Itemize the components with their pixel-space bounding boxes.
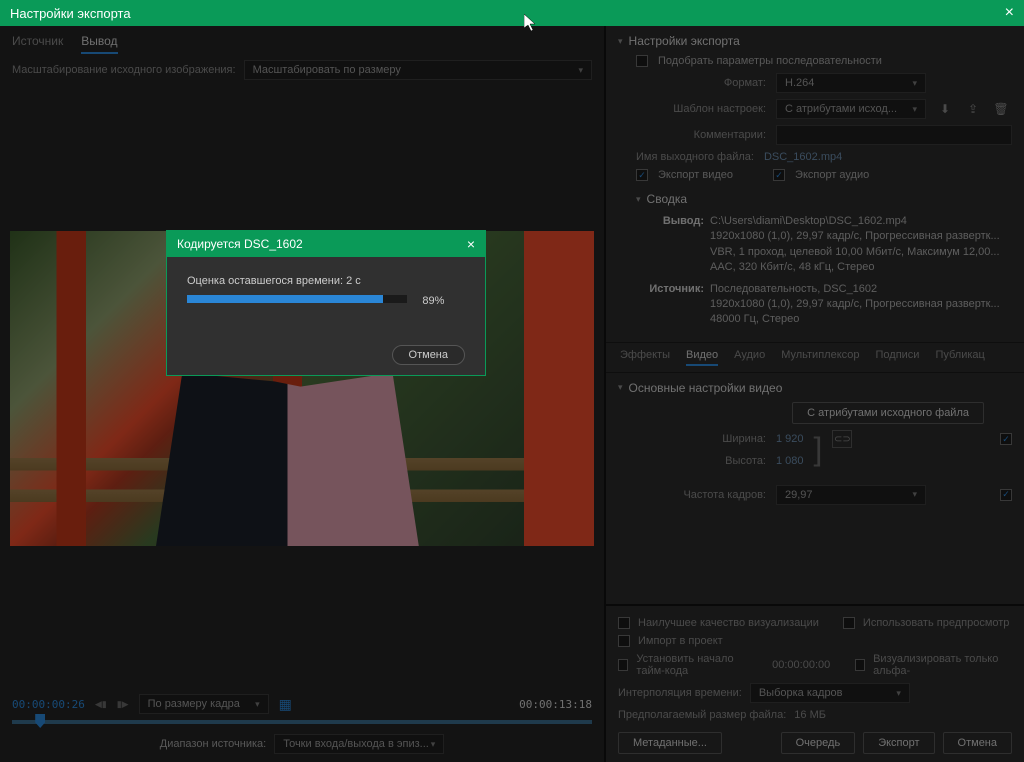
tab-effects[interactable]: Эффекты xyxy=(620,349,670,366)
progress-percent: 89% xyxy=(422,295,444,307)
tab-mux[interactable]: Мультиплексор xyxy=(781,349,859,366)
format-select[interactable]: H.264 xyxy=(776,73,926,93)
timeline-track[interactable] xyxy=(12,720,592,724)
bottom-options: Наилучшее качество визуализации Использо… xyxy=(606,604,1024,762)
timecode-start[interactable]: 00:00:00:26 xyxy=(12,698,85,711)
fps-select[interactable]: 29,97 xyxy=(776,485,926,505)
chevron-down-icon: ▾ xyxy=(618,382,623,393)
width-value[interactable]: 1 920 xyxy=(776,433,804,445)
comments-label: Комментарии: xyxy=(636,129,766,141)
settings-tabs: Эффекты Видео Аудио Мультиплексор Подпис… xyxy=(606,342,1024,373)
width-label: Ширина: xyxy=(636,433,766,445)
cancel-button[interactable]: Отмена xyxy=(943,732,1012,754)
window-title: Настройки экспорта xyxy=(10,6,131,21)
prev-marker-icon[interactable]: ◀▮ xyxy=(95,699,107,710)
preview-panel: Источник Вывод Масштабирование исходного… xyxy=(0,26,606,762)
export-video-label: Экспорт видео xyxy=(658,169,733,181)
output-name-label: Имя выходного файла: xyxy=(636,151,754,163)
use-preview-checkbox[interactable] xyxy=(843,617,855,629)
tab-captions[interactable]: Подписи xyxy=(876,349,920,366)
match-sequence-checkbox[interactable] xyxy=(636,55,648,67)
link-dimensions-icon[interactable]: ⊂⊃ xyxy=(832,430,852,448)
import-project-checkbox[interactable] xyxy=(618,635,630,647)
export-audio-checkbox[interactable] xyxy=(773,169,785,181)
chevron-down-icon: ▾ xyxy=(618,36,623,47)
match-sequence-label: Подобрать параметры последовательности xyxy=(658,55,882,67)
format-label: Формат: xyxy=(636,77,766,89)
range-select[interactable]: Точки входа/выхода в эпиз... xyxy=(274,734,444,754)
time-remaining-label: Оценка оставшегося времени: 2 с xyxy=(187,275,465,287)
height-value[interactable]: 1 080 xyxy=(776,455,804,467)
delete-preset-icon[interactable]: 🗑 xyxy=(992,100,1010,118)
preset-label: Шаблон настроек: xyxy=(636,103,766,115)
window-titlebar: Настройки экспорта × xyxy=(0,0,1024,26)
timeline: 00:00:00:26 ◀▮ ▮▶ По размеру кадра ▦ 00:… xyxy=(0,686,604,762)
progress-bar xyxy=(187,295,407,303)
dialog-cancel-button[interactable]: Отмена xyxy=(392,345,465,365)
preview-tabs: Источник Вывод xyxy=(0,26,604,54)
tab-video[interactable]: Видео xyxy=(686,349,718,366)
summary-block: Вывод:C:\Users\diami\Desktop\DSC_1602.mp… xyxy=(606,210,1024,336)
tab-audio[interactable]: Аудио xyxy=(734,349,765,366)
output-filename-link[interactable]: DSC_1602.mp4 xyxy=(764,151,842,163)
export-audio-label: Экспорт аудио xyxy=(795,169,869,181)
summary-header[interactable]: ▾ Сводка xyxy=(606,184,1024,210)
best-quality-checkbox[interactable] xyxy=(618,617,630,629)
export-video-checkbox[interactable] xyxy=(636,169,648,181)
export-button[interactable]: Экспорт xyxy=(863,732,934,754)
scale-select[interactable]: Масштабировать по размеру xyxy=(244,60,592,80)
width-checkbox[interactable] xyxy=(1000,433,1012,445)
fps-label: Частота кадров: xyxy=(636,489,766,501)
tab-output[interactable]: Вывод xyxy=(81,34,117,54)
chevron-down-icon: ▾ xyxy=(636,194,641,205)
height-label: Высота: xyxy=(636,455,766,467)
fps-checkbox[interactable] xyxy=(1000,489,1012,501)
dialog-titlebar: Кодируется DSC_1602 × xyxy=(167,231,485,257)
settings-panel: ▾ Настройки экспорта Подобрать параметры… xyxy=(606,26,1024,762)
metadata-button[interactable]: Метаданные... xyxy=(618,732,722,754)
encoding-dialog: Кодируется DSC_1602 × Оценка оставшегося… xyxy=(166,230,486,376)
tab-publish[interactable]: Публикац xyxy=(935,349,984,366)
dialog-close-icon[interactable]: × xyxy=(467,236,475,252)
comments-input[interactable] xyxy=(776,125,1012,145)
preset-select[interactable]: С атрибутами исход... xyxy=(776,99,926,119)
match-source-button[interactable]: С атрибутами исходного файла xyxy=(792,402,984,424)
est-size-value: 16 МБ xyxy=(794,709,826,721)
dialog-title: Кодируется DSC_1602 xyxy=(177,237,303,251)
render-alpha-checkbox[interactable] xyxy=(855,659,865,671)
fit-select[interactable]: По размеру кадра xyxy=(139,694,269,714)
export-settings-header[interactable]: ▾ Настройки экспорта xyxy=(606,26,1024,52)
set-timecode-checkbox[interactable] xyxy=(618,659,628,671)
save-preset-icon[interactable]: ⬇ xyxy=(936,100,954,118)
queue-button[interactable]: Очередь xyxy=(781,732,856,754)
link-bracket: ] xyxy=(814,440,823,459)
close-icon[interactable]: × xyxy=(1005,4,1014,22)
range-label: Диапазон источника: xyxy=(160,738,266,750)
next-marker-icon[interactable]: ▮▶ xyxy=(117,699,129,710)
interpolation-select[interactable]: Выборка кадров xyxy=(750,683,910,703)
tab-source[interactable]: Источник xyxy=(12,34,63,54)
scale-label: Масштабирование исходного изображения: xyxy=(12,64,236,76)
import-preset-icon[interactable]: ⇪ xyxy=(964,100,982,118)
aspect-icon[interactable]: ▦ xyxy=(279,696,292,713)
video-settings-header[interactable]: ▾ Основные настройки видео xyxy=(606,373,1024,399)
timecode-end: 00:00:13:18 xyxy=(519,698,592,711)
